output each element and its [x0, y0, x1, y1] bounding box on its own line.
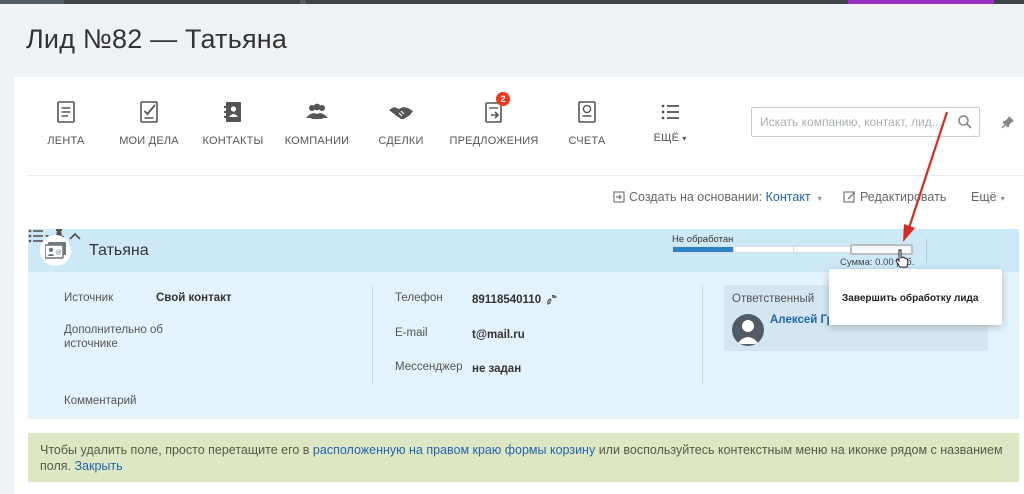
finish-lead-processing-option[interactable]: Завершить обработку лида [842, 293, 978, 304]
chevron-down-icon[interactable]: ▾ [818, 194, 822, 203]
status-progress-bar[interactable] [672, 244, 914, 255]
edit-icon [843, 191, 855, 203]
more-list-icon [661, 104, 679, 120]
responsible-avatar[interactable] [732, 314, 764, 346]
chevron-down-icon: ▾ [1000, 194, 1005, 203]
notification-badge: 2 [496, 92, 510, 106]
top-bar-segment [0, 0, 64, 4]
status-progress-fill [673, 247, 733, 252]
toolbar-item-label: ПРЕДЛОЖЕНИЯ [449, 135, 539, 147]
toolbar-item-label: КОНТАКТЫ [202, 135, 264, 147]
hint-bar: Чтобы удалить поле, просто перетащите ег… [28, 433, 1019, 482]
toolbar-item-more[interactable]: ЕЩЁ ▾ [625, 99, 715, 144]
lead-card-icon: @ [45, 242, 66, 259]
top-bar-segment [300, 0, 306, 4]
phone-value[interactable]: 89118540110 [472, 294, 541, 306]
email-label: E-mail [395, 327, 428, 339]
create-based-on-menu[interactable]: Создать на основании: Контакт ▾ [613, 190, 822, 204]
hint-text: Чтобы удалить поле, просто перетащите ег… [40, 443, 313, 457]
column-divider [702, 286, 703, 384]
toolbar-item-proposals[interactable]: 2 ПРЕДЛОЖЕНИЯ [449, 92, 539, 147]
lead-avatar: @ [40, 235, 71, 266]
edit-label: Редактировать [860, 190, 947, 204]
top-app-bar [0, 0, 1024, 4]
toolbar-item-deals[interactable]: СДЕЛКИ [356, 99, 446, 147]
source-extra-label: Дополнительно об источнике [64, 324, 163, 350]
user-avatar-icon [737, 320, 759, 344]
toolbar-item-label: ЕЩЁ ▾ [625, 132, 715, 144]
lead-actions-bar: Создать на основании: Контакт ▾ Редактиро… [14, 190, 1024, 210]
handshake-icon [389, 107, 413, 119]
email-value[interactable]: t@mail.ru [472, 329, 525, 341]
lead-name: Татьяна [89, 242, 149, 259]
responsible-label: Ответственный [732, 293, 815, 305]
tasks-icon [140, 101, 158, 123]
status-step-divider [733, 247, 734, 252]
toolbar-item-feed[interactable]: ЛЕНТА [21, 99, 111, 147]
lead-header: @ Татьяна Не обработан Сумма: 0.00 руб. [28, 229, 1019, 272]
chevron-down-icon: ▾ [682, 134, 687, 143]
create-from-icon [613, 191, 625, 203]
source-value: Свой контакт [156, 292, 232, 304]
column-divider [372, 286, 373, 384]
toolbar-item-label: СЧЕТА [568, 135, 606, 147]
hand-cursor-icon [895, 249, 909, 268]
toolbar-item-label: КОМПАНИИ [284, 135, 350, 147]
hint-trash-link[interactable]: расположенную на правом краю формы корзи… [313, 443, 595, 457]
invoices-icon [578, 101, 596, 123]
messenger-label: Мессенджер [395, 361, 463, 373]
toolbar-item-label: ЛЕНТА [47, 135, 85, 147]
toolbar-item-label: МОИ ДЕЛА [119, 135, 179, 147]
phone-label: Телефон [395, 292, 443, 304]
edit-button[interactable]: Редактировать [843, 190, 946, 204]
pin-icon[interactable] [1001, 115, 1015, 129]
contacts-icon [224, 102, 241, 122]
status-popup[interactable]: Завершить обработку лида [829, 269, 1002, 325]
more-label: ЕЩЁ [653, 132, 680, 144]
toolbar-divider [28, 175, 1024, 176]
svg-text:@: @ [56, 249, 62, 256]
crm-toolbar: ЛЕНТА МОИ ДЕЛА КОНТАКТЫ КОМПАНИИ СДЕЛКИ … [14, 77, 1024, 175]
search-box [751, 107, 980, 137]
search-icon[interactable] [957, 114, 973, 130]
create-based-label: Создать на основании: [629, 190, 763, 204]
toolbar-item-invoices[interactable]: СЧЕТА [542, 99, 632, 147]
toolbar-item-contacts[interactable]: КОНТАКТЫ [188, 99, 278, 147]
hint-close-link[interactable]: Закрыть [74, 459, 122, 473]
top-bar-accent [848, 0, 994, 4]
page-title: Лид №82 — Татьяна [26, 24, 288, 54]
header-divider [926, 239, 927, 263]
toolbar-item-label: СДЕЛКИ [378, 135, 424, 147]
feed-icon [57, 101, 75, 123]
messenger-value: не задан [472, 363, 522, 375]
more-actions-menu[interactable]: Ещё ▾ [971, 190, 1005, 204]
toolbar-item-companies[interactable]: КОМПАНИИ [272, 99, 362, 147]
status-step-divider [793, 247, 794, 252]
phone-icon[interactable] [546, 295, 557, 306]
create-based-value[interactable]: Контакт [766, 190, 811, 204]
chevron-up-icon[interactable] [69, 229, 81, 243]
comment-label: Комментарий [64, 395, 137, 407]
search-input[interactable] [752, 108, 948, 136]
companies-icon [306, 103, 328, 119]
status-label: Не обработан [672, 234, 734, 245]
more-actions-label: Ещё [971, 190, 997, 204]
source-label: Источник [64, 292, 114, 304]
toolbar-item-my-tasks[interactable]: МОИ ДЕЛА [104, 99, 194, 147]
